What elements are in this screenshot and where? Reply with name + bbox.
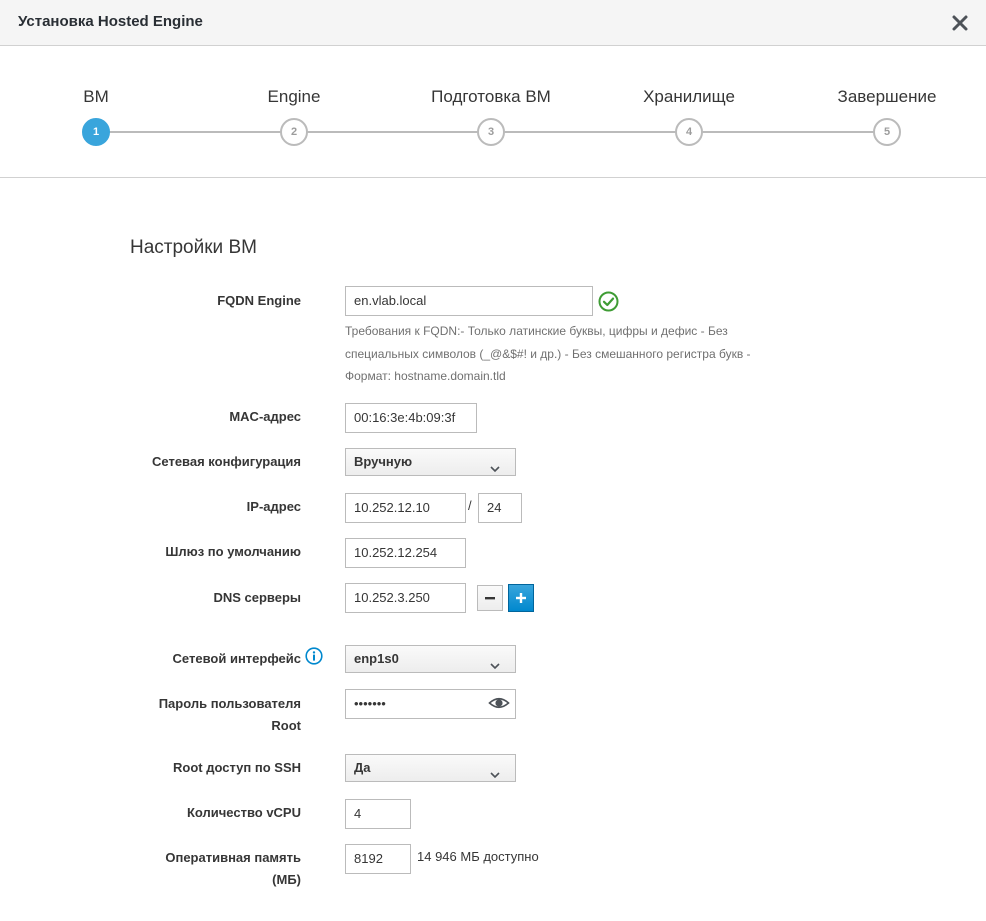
- ssh-value: Да: [354, 760, 371, 775]
- mac-label: MAC-адрес: [229, 409, 301, 424]
- ip-prefix-input[interactable]: 24: [478, 493, 522, 523]
- add-dns-button[interactable]: [508, 584, 534, 612]
- wizard-step-prepare-vm[interactable]: Подготовка ВМ 3: [411, 46, 571, 166]
- wizard-step-number: 5: [873, 118, 901, 146]
- root-password-label-line1: Пароль пользователя: [158, 696, 301, 711]
- chevron-down-icon: [489, 763, 501, 779]
- wizard-step-label: Engine: [267, 87, 321, 106]
- dialog-title: Установка Hosted Engine: [18, 13, 203, 30]
- dialog-header: Установка Hosted Engine: [0, 0, 986, 46]
- memory-input[interactable]: 8192: [345, 844, 411, 874]
- wizard-step-storage[interactable]: Хранилище 4: [609, 46, 769, 166]
- check-circle-icon: [598, 291, 619, 312]
- wizard-step-label: Хранилище: [643, 87, 735, 106]
- plus-icon: [516, 593, 526, 603]
- interface-select[interactable]: enp1s0: [345, 645, 516, 673]
- network-config-label: Сетевая конфигурация: [152, 454, 301, 469]
- vcpu-input[interactable]: 4: [345, 799, 411, 829]
- ssh-select[interactable]: Да: [345, 754, 516, 782]
- dns-input[interactable]: 10.252.3.250: [345, 583, 466, 613]
- mac-input[interactable]: 00:16:3e:4b:09:3f: [345, 403, 477, 433]
- ip-separator: /: [468, 498, 472, 513]
- wizard-steps: ВМ 1 Engine 2 Подготовка ВМ 3 Хранилище …: [0, 46, 986, 178]
- wizard-step-number: 3: [477, 118, 505, 146]
- fqdn-label: FQDN Engine: [217, 293, 301, 308]
- network-config-select[interactable]: Вручную: [345, 448, 516, 476]
- memory-label-line1: Оперативная память: [165, 850, 301, 865]
- root-password-label: Пароль пользователя Root: [159, 693, 301, 737]
- close-icon[interactable]: [947, 10, 973, 36]
- wizard-step-label: Подготовка ВМ: [431, 87, 551, 106]
- minus-icon: [485, 597, 495, 600]
- vcpu-label: Количество vCPU: [186, 805, 301, 820]
- dns-label: DNS серверы: [213, 590, 301, 605]
- remove-dns-button[interactable]: [477, 585, 503, 611]
- memory-label-line2: (МБ): [272, 872, 301, 887]
- wizard-step-number: 2: [280, 118, 308, 146]
- chevron-down-icon: [489, 654, 501, 670]
- network-config-value: Вручную: [354, 454, 413, 469]
- wizard-step-number: 1: [82, 118, 110, 146]
- fqdn-help-text: Требования к FQDN:- Только латинские бук…: [345, 324, 751, 383]
- section-title: Настройки ВМ: [130, 237, 257, 258]
- info-icon[interactable]: [305, 647, 323, 665]
- wizard-step-vm[interactable]: ВМ 1: [16, 46, 176, 166]
- wizard-step-label: ВМ: [83, 87, 109, 106]
- chevron-down-icon: [489, 457, 501, 473]
- memory-available-text: 14 946 МБ доступно: [417, 849, 539, 864]
- ip-label: IP-адрес: [246, 499, 301, 514]
- ip-input[interactable]: 10.252.12.10: [345, 493, 466, 523]
- memory-label: Оперативная память (МБ): [165, 847, 301, 891]
- wizard-step-engine[interactable]: Engine 2: [214, 46, 374, 166]
- gateway-label: Шлюз по умолчанию: [165, 544, 301, 559]
- wizard-step-label: Завершение: [837, 87, 937, 106]
- gateway-input[interactable]: 10.252.12.254: [345, 538, 466, 568]
- interface-value: enp1s0: [354, 651, 399, 666]
- eye-icon[interactable]: [488, 694, 510, 712]
- root-password-label-line2: Root: [271, 718, 301, 733]
- wizard-step-number: 4: [675, 118, 703, 146]
- ssh-label: Root доступ по SSH: [173, 760, 301, 775]
- wizard-step-finish[interactable]: Завершение 5: [807, 46, 967, 166]
- fqdn-input[interactable]: en.vlab.local: [345, 286, 593, 316]
- interface-label: Сетевой интерфейс: [172, 651, 301, 666]
